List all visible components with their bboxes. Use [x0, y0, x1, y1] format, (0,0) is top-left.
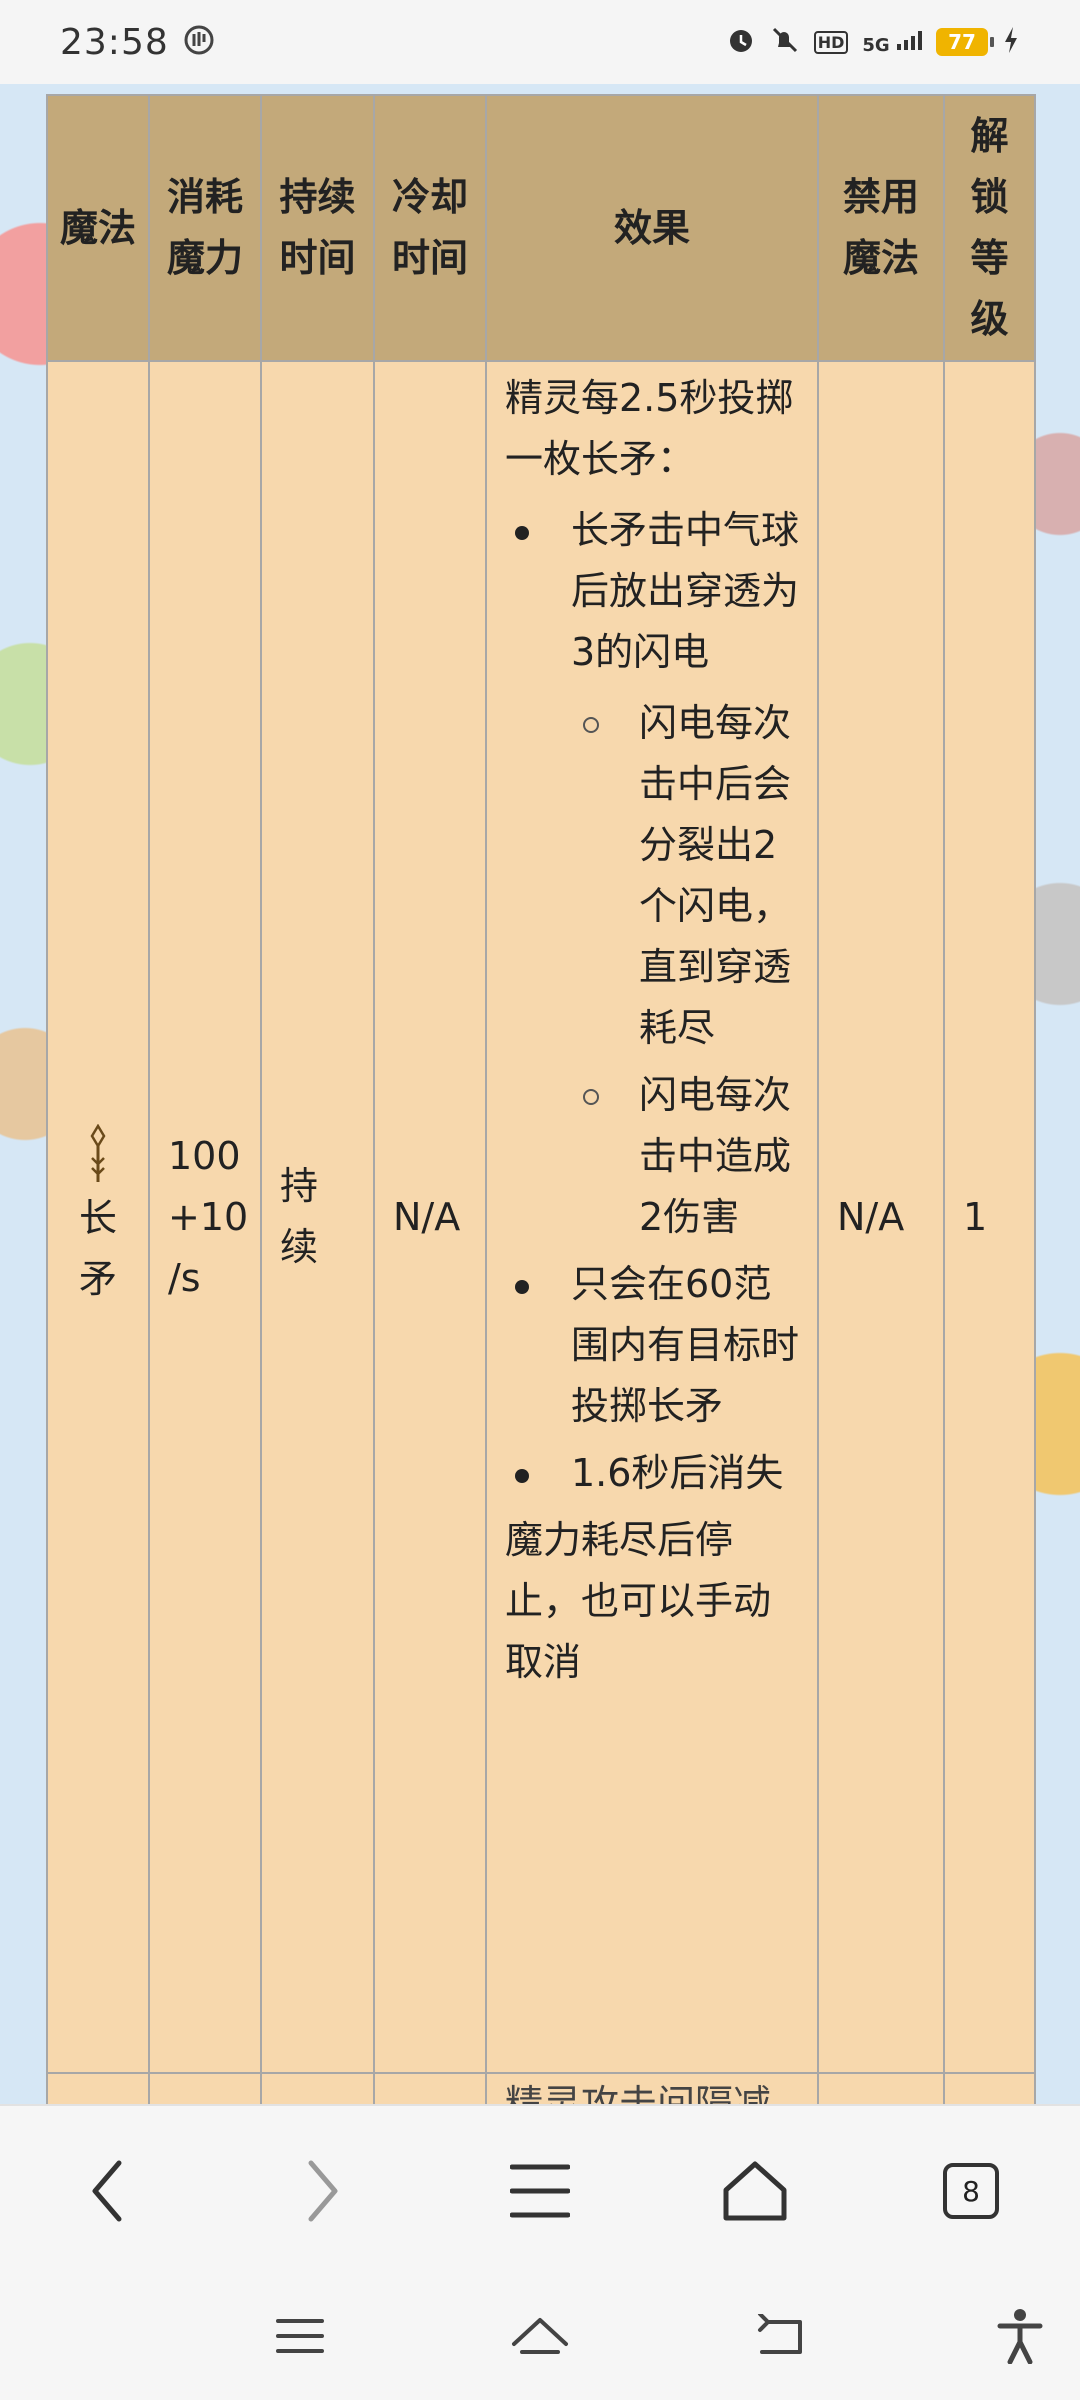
list-item: 闪电每次击中造成2伤害	[583, 1065, 801, 1248]
system-back-button[interactable]	[740, 2296, 820, 2376]
header-unlock: 解锁等级	[943, 94, 1036, 362]
cell-magic-name: 长矛	[46, 360, 150, 2074]
effect-intro: 精灵每2.5秒投掷一枚长矛：	[505, 376, 794, 481]
back-icon	[758, 2314, 802, 2354]
status-bar: 23:58 HD 5G 77	[0, 0, 1080, 84]
chevron-left-icon	[92, 2160, 122, 2222]
web-content[interactable]: 魔法 消耗魔力 持续时间 冷却时间 效果 禁用魔法 解锁等级 长矛 100 +1…	[0, 84, 1080, 2104]
effect-list: 长矛击中气球后放出穿透为3的闪电 闪电每次击中后会分裂出2个闪电，直到穿透耗尽 …	[505, 500, 801, 1504]
menu-icon	[510, 2164, 570, 2218]
back-button[interactable]	[62, 2146, 152, 2236]
header-cooldown: 冷却时间	[373, 94, 487, 362]
cell-disabled: N/A	[817, 360, 945, 2074]
header-duration: 持续时间	[260, 94, 375, 362]
accessibility-icon	[997, 2309, 1043, 2364]
table-row: 精灵攻击间隔减	[46, 2072, 1036, 2104]
alarm-icon	[726, 25, 756, 59]
forward-button[interactable]	[278, 2146, 368, 2236]
effect-sublist: 闪电每次击中后会分裂出2个闪电，直到穿透耗尽 闪电每次击中造成2伤害	[571, 693, 801, 1248]
status-time: 23:58	[60, 21, 169, 63]
tabs-icon: 8	[943, 2163, 999, 2219]
spear-icon[interactable]	[86, 1124, 110, 1184]
app-notification-icon	[183, 24, 215, 60]
accessibility-button[interactable]	[980, 2296, 1060, 2376]
cell-cost: 100 +10 /s	[148, 360, 262, 2074]
charging-icon	[1002, 25, 1020, 59]
mute-icon	[770, 25, 800, 59]
table-row: 长矛 100 +10 /s 持续 N/A 精灵每2.5秒投掷一枚长矛： 长矛击中…	[46, 360, 1036, 2074]
effect-outro: 魔力耗尽后停止，也可以手动取消	[505, 1518, 772, 1684]
home-icon	[512, 2318, 568, 2354]
home-button[interactable]	[710, 2146, 800, 2236]
magic-table: 魔法 消耗魔力 持续时间 冷却时间 效果 禁用魔法 解锁等级 长矛 100 +1…	[46, 94, 1036, 2104]
tabs-button[interactable]: 8	[926, 2146, 1016, 2236]
status-icons: HD 5G 77	[726, 25, 1020, 59]
header-effect: 效果	[485, 94, 819, 362]
header-magic: 魔法	[46, 94, 150, 362]
chevron-right-icon	[308, 2160, 338, 2222]
cell-cooldown: N/A	[373, 360, 487, 2074]
magic-name[interactable]: 长矛	[79, 1196, 117, 1301]
cell-unlock-level: 1	[943, 360, 1036, 2074]
cell-effect: 精灵每2.5秒投掷一枚长矛： 长矛击中气球后放出穿透为3的闪电 闪电每次击中后会…	[485, 360, 819, 2074]
network-label: 5G	[862, 34, 890, 56]
cell-duration: 持续	[260, 360, 375, 2074]
recent-apps-button[interactable]	[260, 2296, 340, 2376]
list-item: 1.6秒后消失	[515, 1443, 801, 1504]
header-disabled: 禁用魔法	[817, 94, 945, 362]
table-header-row: 魔法 消耗魔力 持续时间 冷却时间 效果 禁用魔法 解锁等级	[46, 94, 1036, 362]
header-cost: 消耗魔力	[148, 94, 262, 362]
list-item: 闪电每次击中后会分裂出2个闪电，直到穿透耗尽	[583, 693, 801, 1059]
menu-button[interactable]	[495, 2146, 585, 2236]
system-nav-bar	[0, 2272, 1080, 2400]
home-icon	[723, 2161, 787, 2221]
list-item: 长矛击中气球后放出穿透为3的闪电 闪电每次击中后会分裂出2个闪电，直到穿透耗尽 …	[515, 500, 801, 1248]
battery-indicator: 77	[936, 28, 994, 56]
browser-toolbar: 8	[0, 2104, 1080, 2272]
hd-badge: HD	[813, 30, 849, 54]
list-item: 只会在60范围内有目标时投掷长矛	[515, 1254, 801, 1437]
cell-effect-partial: 精灵攻击间隔减	[485, 2072, 819, 2104]
menu-icon	[276, 2319, 324, 2353]
signal-icon: 5G	[862, 29, 922, 56]
system-home-button[interactable]	[500, 2296, 580, 2376]
